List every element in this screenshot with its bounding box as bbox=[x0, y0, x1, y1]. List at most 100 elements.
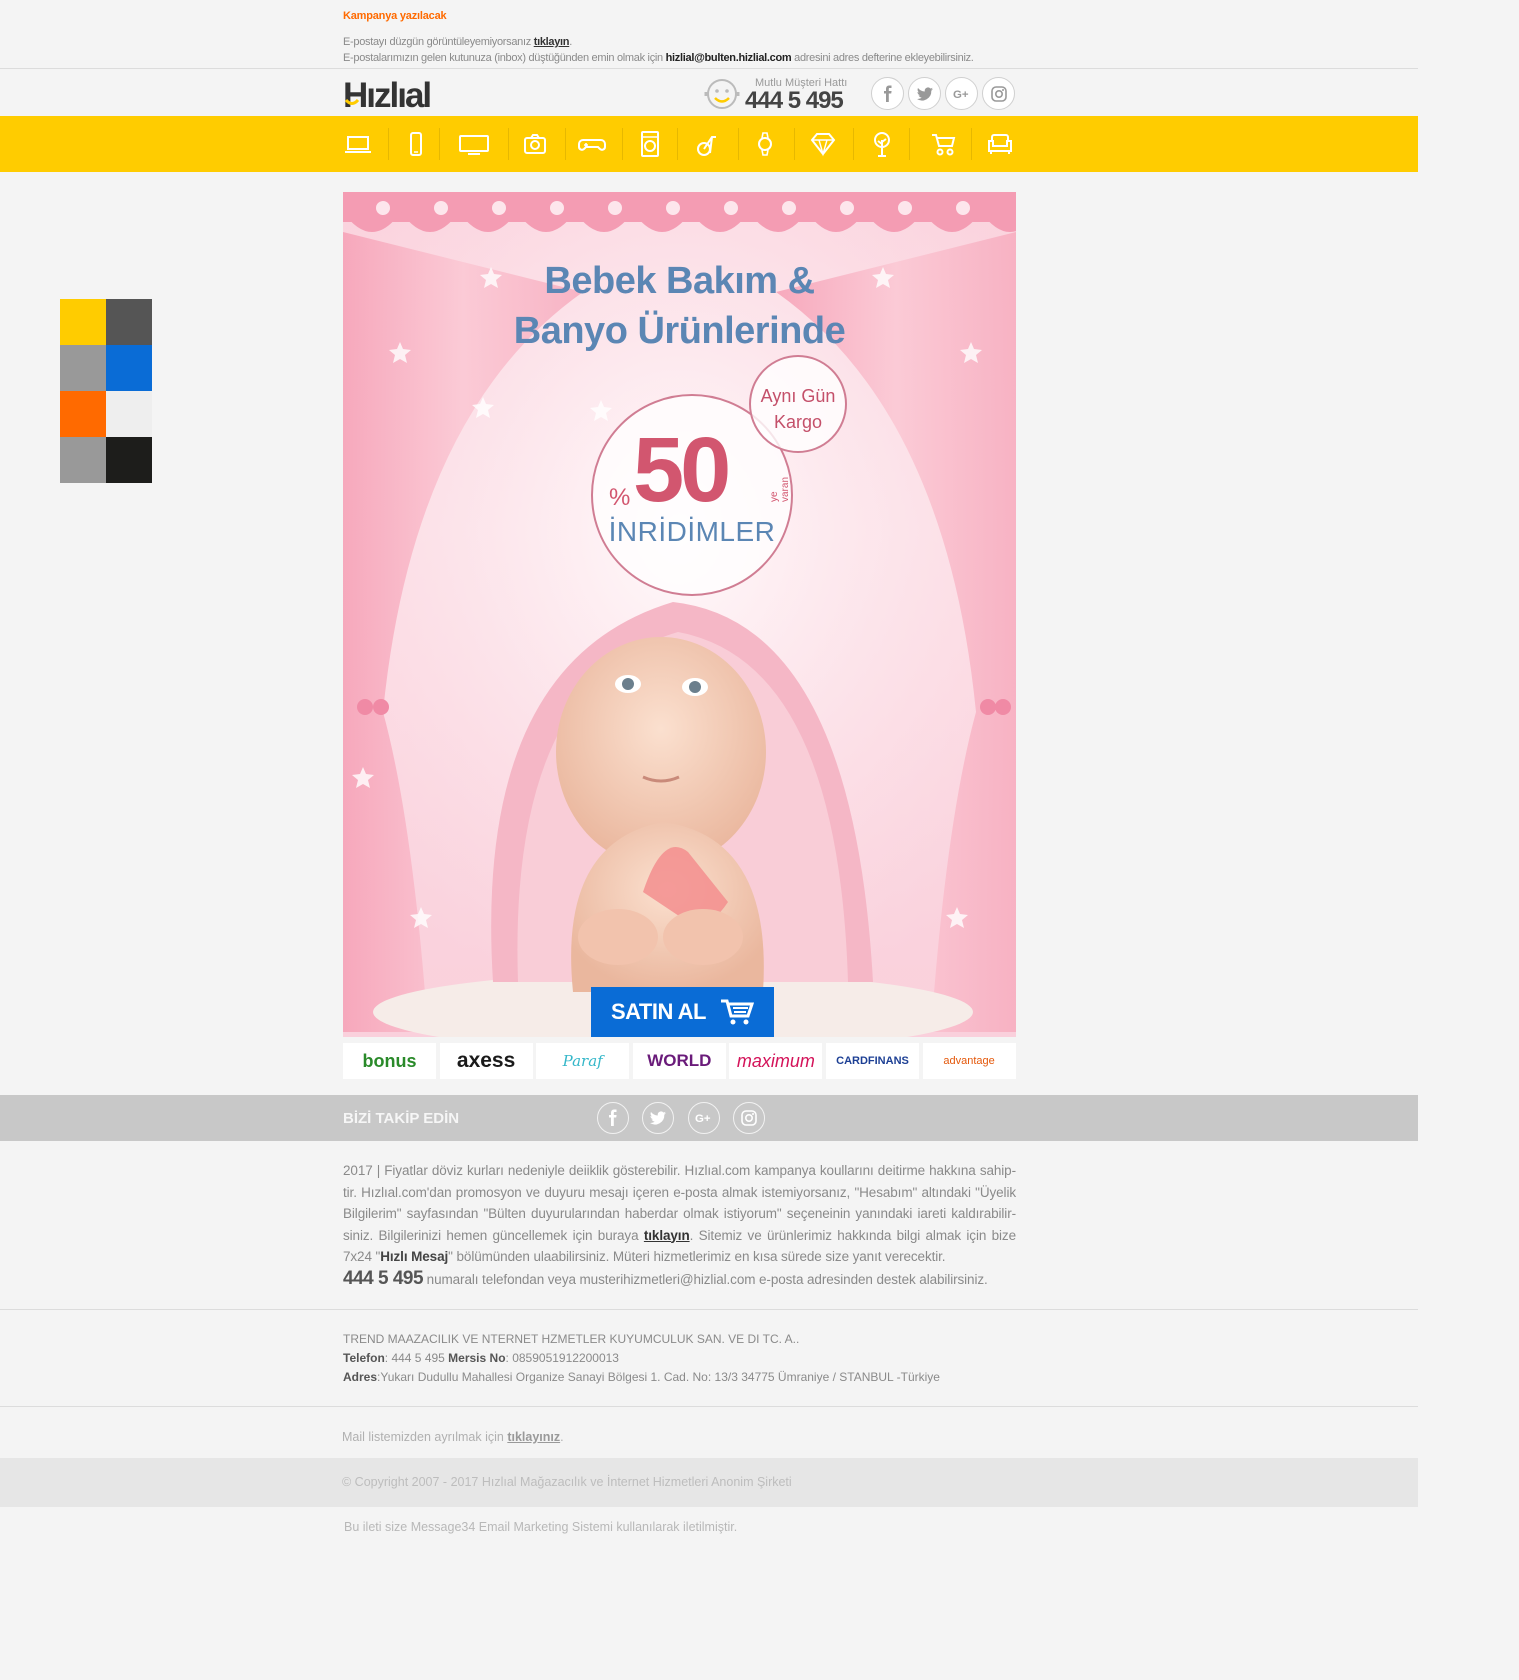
card-logo-bonus: bonus bbox=[343, 1043, 436, 1079]
diamond-icon bbox=[810, 133, 836, 157]
header-facebook-button[interactable] bbox=[871, 77, 904, 110]
color-swatch bbox=[106, 345, 152, 391]
discount-label: İNRİDİMLER bbox=[608, 516, 776, 547]
tv-icon bbox=[459, 135, 489, 155]
nav-separator bbox=[439, 128, 440, 160]
nav-separator bbox=[677, 128, 678, 160]
phone-icon bbox=[410, 132, 422, 156]
card-logo-axess: axess bbox=[439, 1043, 533, 1079]
nav-separator bbox=[794, 128, 795, 160]
google-plus-icon: G+ bbox=[695, 1113, 711, 1125]
color-swatch bbox=[60, 391, 106, 437]
header-instagram-button[interactable] bbox=[982, 77, 1015, 110]
instagram-icon bbox=[990, 85, 1007, 102]
legal-disclaimer: 2017 | Fiyatlar döviz kurları nedeniyle … bbox=[343, 1163, 1016, 1289]
washing-machine-icon bbox=[641, 131, 659, 157]
company-phone-line: Telefon: 444 5 495 Mersis No: 0859051912… bbox=[343, 1351, 619, 1365]
color-swatch bbox=[60, 299, 106, 345]
fitness-icon bbox=[697, 136, 716, 156]
campaign-label: Kampanya yazılacak bbox=[343, 10, 447, 22]
nav-furniture[interactable] bbox=[984, 128, 1016, 160]
update-info-link[interactable]: tıklayın bbox=[644, 1228, 690, 1243]
quick-message-label: Hızlı Mesaj bbox=[380, 1249, 449, 1264]
nav-appliances[interactable] bbox=[634, 128, 666, 160]
card-logo-cardfinans: CARDFINANS bbox=[826, 1043, 919, 1079]
discount-percent-sign: % bbox=[609, 484, 631, 511]
discount-suffix: ye varan bbox=[769, 476, 791, 502]
nav-separator bbox=[971, 128, 972, 160]
svg-text:Hızlıal: Hızlıal bbox=[343, 76, 430, 112]
laptop-icon bbox=[345, 136, 371, 153]
facebook-icon bbox=[609, 1109, 617, 1126]
logo-graphic: Hızlıal bbox=[343, 76, 432, 115]
campaign-banner[interactable]: Bebek Bakım & Banyo Ürünlerinde % 50 ye … bbox=[343, 192, 1016, 1037]
banner-title-line2: Banyo Ürünlerinde bbox=[513, 310, 846, 352]
card-logo-maximum: maximum bbox=[729, 1043, 823, 1079]
divider bbox=[0, 68, 1418, 69]
google-plus-icon: G+ bbox=[953, 89, 969, 101]
nav-separator bbox=[909, 128, 910, 160]
nav-camera[interactable] bbox=[519, 128, 551, 160]
hotline-number: 444 5 495 bbox=[745, 87, 844, 114]
footer-instagram-button[interactable] bbox=[733, 1102, 765, 1134]
banner-title-line1: Bebek Bakım & bbox=[544, 260, 815, 302]
customer-hotline[interactable]: Mutlu Müşteri Hattı 444 5 495 bbox=[703, 75, 863, 114]
hizlial-logo[interactable]: Hızlıal bbox=[343, 76, 447, 115]
view-online-line: E-postayı düzgün görüntüleyemiyorsanız t… bbox=[343, 36, 572, 48]
nav-separator bbox=[565, 128, 566, 160]
same-day-shipping-badge: Aynı Gün Kargo bbox=[749, 355, 847, 453]
color-swatch bbox=[60, 345, 106, 391]
view-online-link[interactable]: tıklayın bbox=[534, 36, 570, 48]
footer-google-plus-button[interactable]: G+ bbox=[688, 1102, 720, 1134]
gamepad-icon bbox=[578, 139, 606, 151]
color-swatch bbox=[106, 299, 152, 345]
nav-separator bbox=[738, 128, 739, 160]
nav-garden[interactable] bbox=[866, 128, 898, 160]
copyright-bar: © Copyright 2007 - 2017 Hızlıal Mağazacı… bbox=[0, 1458, 1418, 1507]
twitter-icon bbox=[916, 86, 933, 100]
stroller-icon bbox=[932, 134, 956, 156]
footer-facebook-button[interactable] bbox=[597, 1102, 629, 1134]
nav-separator bbox=[622, 128, 623, 160]
credit-card-logos: bonus axess Paraf WORLD maximum CARDFINANS adv… bbox=[343, 1043, 1016, 1079]
nav-tv[interactable] bbox=[458, 128, 490, 160]
nav-watch[interactable] bbox=[749, 128, 781, 160]
discount-value: 50 bbox=[633, 419, 731, 521]
instagram-icon bbox=[741, 1110, 757, 1126]
sender-email: hizlial@bulten.hizlial.com bbox=[665, 52, 792, 64]
unsubscribe-link[interactable]: tıklayınız bbox=[507, 1430, 560, 1444]
company-info: TREND MAAZACILIK VE NTERNET HZMETLER KUY… bbox=[343, 1330, 1016, 1387]
buy-now-label: SATIN AL bbox=[611, 999, 707, 1024]
camera-icon bbox=[524, 134, 546, 154]
footer-twitter-button[interactable] bbox=[642, 1102, 674, 1134]
color-palette bbox=[60, 299, 152, 483]
category-nav bbox=[0, 116, 1418, 172]
unsubscribe-line: Mail listemizden ayrılmak için tıklayını… bbox=[342, 1430, 564, 1444]
cart-icon bbox=[721, 999, 754, 1025]
nav-laptop[interactable] bbox=[342, 128, 374, 160]
copyright-text: © Copyright 2007 - 2017 Hızlıal Mağazacı… bbox=[342, 1475, 792, 1489]
buy-now-button[interactable]: SATIN AL bbox=[591, 987, 774, 1037]
follow-us-bar: BİZİ TAKİP EDİN G+ bbox=[0, 1095, 1418, 1141]
follow-us-label: BİZİ TAKİP EDİN bbox=[343, 1110, 460, 1127]
color-swatch bbox=[106, 391, 152, 437]
company-name: TREND MAAZACILIK VE NTERNET HZMETLER KUY… bbox=[343, 1332, 800, 1346]
svg-text:G+: G+ bbox=[953, 89, 969, 101]
nav-gaming[interactable] bbox=[576, 128, 608, 160]
nav-separator bbox=[508, 128, 509, 160]
header-twitter-button[interactable] bbox=[908, 77, 941, 110]
nav-jewelry[interactable] bbox=[807, 128, 839, 160]
nav-baby[interactable] bbox=[927, 128, 959, 160]
nav-phone[interactable] bbox=[400, 128, 432, 160]
divider bbox=[0, 1406, 1418, 1407]
card-logo-world: WORLD bbox=[632, 1043, 726, 1079]
safe-sender-line: E-postalarımızın gelen kutunuza (inbox) … bbox=[343, 52, 974, 64]
company-address-line: Adres:Yukarı Dudullu Mahallesi Organize … bbox=[343, 1370, 940, 1384]
svg-text:G+: G+ bbox=[695, 1113, 711, 1125]
twitter-icon bbox=[650, 1111, 666, 1125]
preheader: Kampanya yazılacak E-postayı düzgün görü… bbox=[343, 8, 1016, 66]
plant-icon bbox=[874, 132, 890, 157]
color-swatch bbox=[106, 437, 152, 483]
header-google-plus-button[interactable]: G+ bbox=[945, 77, 978, 110]
nav-fitness[interactable] bbox=[692, 128, 724, 160]
